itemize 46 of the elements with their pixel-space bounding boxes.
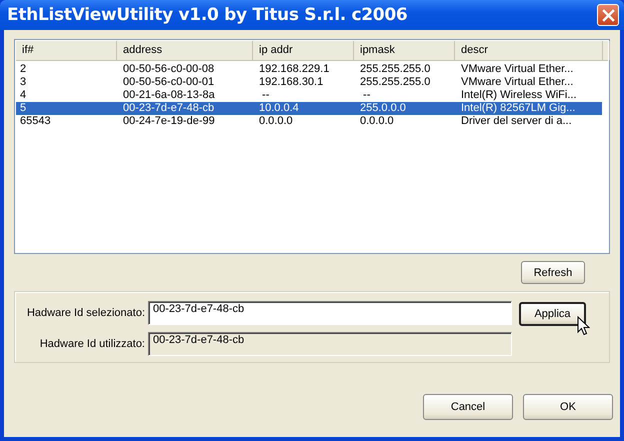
table-cell-text: VMware Virtual Ether... — [460, 63, 574, 76]
pointer-icon — [577, 316, 590, 336]
ok-button[interactable]: OK — [523, 394, 613, 420]
table-cell-text: 3 — [19, 76, 28, 89]
table-row[interactable]: 4 00-21-6a-08-13-8a -- -- Intel(R) Wireless WiFi... — [16, 89, 602, 102]
table-cell-text: Driver del server di a... — [460, 115, 573, 128]
table-cell-text: 00-23-7d-e7-48-cb — [122, 102, 216, 115]
table-cell-text: -- — [362, 89, 372, 102]
table-row[interactable]: 3 00-50-56-c0-00-01 192.168.30.1 255.255.255.0 VMware Virtual Ether... — [16, 76, 602, 89]
table-cell-text: 10.0.0.4 — [258, 102, 300, 115]
table-cell-text: 00-24-7e-19-de-99 — [122, 115, 216, 128]
column-header[interactable]: if# — [16, 41, 117, 60]
table-cell-text: 00-50-56-c0-00-01 — [122, 76, 216, 89]
table-cell-text: 00-21-6a-08-13-8a — [122, 89, 216, 102]
table-row[interactable]: 65543 00-24-7e-19-de-99 0.0.0.0 0.0.0.0 Driver del server di a... — [16, 115, 602, 128]
column-header[interactable]: descr — [455, 41, 603, 60]
table-cell-text: 2 — [19, 63, 28, 76]
input-field[interactable]: 00-23-7d-e7-48-cb — [148, 301, 512, 325]
table-cell-text: Intel(R) 82567LM Gig... — [460, 102, 576, 115]
cancel-button[interactable]: Cancel — [423, 394, 513, 420]
column-header[interactable]: address — [117, 41, 253, 60]
close-icon — [602, 8, 614, 22]
table-row[interactable]: 5 00-23-7d-e7-48-cb 10.0.0.4 255.0.0.0 Intel(R) 82567LM Gig... — [16, 102, 602, 115]
table-cell-text: 255.255.255.0 — [359, 63, 432, 76]
close-button[interactable] — [597, 4, 619, 26]
table-cell-text: 0.0.0.0 — [359, 115, 395, 128]
table-cell-text: 192.168.229.1 — [258, 63, 330, 76]
table-cell-text: -- — [261, 89, 270, 102]
field-label: Hadware Id utilizzato: — [40, 338, 145, 350]
table-cell-text: 4 — [19, 89, 28, 102]
table-cell-text: 65543 — [19, 115, 52, 128]
field-label: Hadware Id selezionato: — [26, 307, 145, 319]
column-header[interactable]: ipmask — [354, 41, 455, 60]
column-header[interactable]: ip addr — [253, 41, 354, 60]
table-cell-text: 192.168.30.1 — [258, 76, 324, 89]
table-cell-text: 0.0.0.0 — [258, 115, 294, 128]
window-title: EthListViewUtility v1.0 by Titus S.r.l. c2006 — [7, 5, 408, 25]
table-cell-text: 00-50-56-c0-00-08 — [122, 63, 216, 76]
refresh-button[interactable]: Refresh — [521, 261, 585, 284]
table-row[interactable]: 2 00-50-56-c0-00-08 192.168.229.1 255.255.255.0 VMware Virtual Ether... — [16, 63, 602, 76]
apply-button[interactable]: Applica — [519, 302, 586, 326]
table-cell-text: 255.255.255.0 — [359, 76, 432, 89]
table-cell-text: VMware Virtual Ether... — [460, 76, 574, 89]
table-cell-text: Intel(R) Wireless WiFi... — [460, 89, 578, 102]
table-cell-text: 5 — [19, 102, 28, 115]
table-cell-text: 255.0.0.0 — [359, 102, 407, 115]
